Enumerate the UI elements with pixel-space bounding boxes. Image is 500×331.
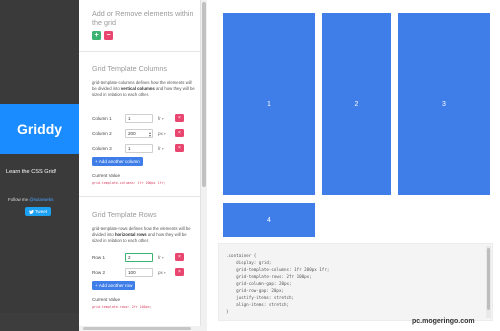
code-line: } [226, 309, 229, 314]
row-1-unit: fr [158, 255, 161, 260]
code-panel-scrollbar-thumb[interactable] [487, 248, 490, 310]
settings-scrollbar-thumb[interactable] [202, 2, 206, 187]
remove-element-button[interactable]: − [104, 31, 113, 40]
grid-item-3: 3 [398, 13, 490, 195]
code-line: grid-column-gap: 20px; [226, 281, 292, 286]
code-panel-scrollbar[interactable] [486, 246, 491, 318]
row-2-value: 100 [128, 270, 136, 275]
code-line: grid-template-rows: 2fr 100px; [226, 274, 312, 279]
columns-description: grid-template-columns defines how the el… [92, 80, 196, 98]
chevron-down-icon: ▾ [161, 117, 164, 121]
column-3-unit: fr [158, 146, 161, 151]
add-row-button[interactable]: + Add another row [92, 281, 136, 290]
chevron-down-icon: ▾ [163, 132, 166, 136]
columns-section: Grid Template Columns grid-template-colu… [79, 52, 200, 197]
rows-current-value-label: Current Value [92, 297, 121, 302]
delete-column-1-button[interactable]: × [175, 114, 184, 122]
rows-current-value: grid-template-rows: 2fr 100px; [92, 305, 152, 309]
chevron-down-icon: ▾ [163, 271, 166, 275]
brand-title: Griddy [16, 121, 63, 137]
column-1-input[interactable]: 1 [125, 114, 153, 123]
follow-handle-link[interactable]: @sularwebs [29, 197, 53, 202]
row-1-unit-select[interactable]: fr▾ [158, 255, 164, 260]
rows-section-title: Grid Template Rows [92, 210, 157, 219]
watermark: pc.mogeringo.com [412, 318, 475, 325]
row-1-label: Row 1 [92, 255, 106, 260]
settings-panel: Add or Remove elements within the grid +… [79, 0, 201, 331]
column-2-input[interactable]: 200 ▴ ▾ [125, 129, 153, 138]
column-3-unit-select[interactable]: fr▾ [158, 146, 164, 151]
code-line: justify-items: stretch; [226, 295, 295, 300]
column-1-value: 1 [128, 116, 131, 121]
delete-row-1-button[interactable]: × [175, 253, 184, 261]
row-2-input[interactable]: 100 [125, 268, 153, 277]
brand-tagline: Learn the CSS Grid! [6, 169, 57, 175]
row-2-unit-select[interactable]: px▾ [158, 270, 166, 275]
code-line: align-items: stretch; [226, 302, 290, 307]
row-2-label: Row 2 [92, 270, 106, 275]
columns-desc-emphasis: vertical columns [120, 86, 155, 91]
grid-item-1: 1 [223, 13, 315, 195]
twitter-bird-icon [28, 209, 34, 214]
tweet-label: Tweet [34, 209, 48, 214]
tweet-button[interactable]: Tweet [25, 207, 51, 216]
follow-prefix: Follow me [8, 197, 29, 202]
column-2-label: Column 2 [92, 131, 112, 136]
grid-item-2: 2 [322, 13, 391, 195]
columns-current-value-label: Current Value [92, 173, 121, 178]
delete-column-2-button[interactable]: × [175, 129, 184, 137]
brand-banner: Griddy [0, 104, 79, 154]
column-2-unit-select[interactable]: px▾ [158, 131, 166, 136]
delete-column-3-button[interactable]: × [175, 144, 184, 152]
delete-row-2-button[interactable]: × [175, 268, 184, 276]
chevron-down-icon: ▾ [161, 147, 164, 151]
code-line: grid-template-columns: 1fr 200px 1fr; [226, 267, 330, 272]
rows-description: grid-template-rows defines how the eleme… [92, 226, 196, 244]
column-3-value: 1 [128, 146, 131, 151]
rows-desc-emphasis: horizontal rows [114, 232, 147, 237]
column-1-unit-select[interactable]: fr▾ [158, 116, 164, 121]
add-column-button[interactable]: + Add another column [92, 157, 143, 166]
code-line: display: grid; [226, 260, 272, 265]
column-3-input[interactable]: 1 [125, 144, 153, 153]
row-1-input[interactable]: 2 [125, 253, 153, 262]
follow-text: Follow me @sularwebs [8, 197, 53, 202]
code-line: grid-row-gap: 20px; [226, 288, 284, 293]
column-2-value: 200 [128, 131, 136, 136]
row-2-unit: px [158, 270, 163, 275]
column-2-unit: px [158, 131, 163, 136]
add-element-button[interactable]: + [92, 31, 101, 40]
spinner-icon[interactable]: ▴ ▾ [149, 131, 151, 138]
brand-footer-shade [0, 313, 79, 331]
rows-section: Grid Template Rows grid-template-rows de… [79, 197, 200, 327]
brand-sidebar: Griddy Learn the CSS Grid! Follow me @su… [0, 0, 79, 331]
settings-horizontal-scrollbar-thumb[interactable] [83, 327, 191, 330]
settings-horizontal-scrollbar[interactable] [79, 326, 201, 331]
chevron-down-icon: ▾ [161, 256, 164, 260]
code-line: .container { [226, 253, 257, 258]
elements-section: Add or Remove elements within the grid +… [79, 0, 200, 52]
elements-section-title: Add or Remove elements within the grid [92, 9, 194, 27]
column-1-unit: fr [158, 116, 161, 121]
column-1-label: Column 1 [92, 116, 112, 121]
columns-section-title: Grid Template Columns [92, 64, 167, 73]
row-1-value: 2 [128, 255, 131, 260]
columns-current-value: grid-template-columns: 1fr 200px 1fr; [92, 181, 166, 185]
grid-item-4: 4 [223, 203, 315, 237]
column-3-label: Column 3 [92, 146, 112, 151]
